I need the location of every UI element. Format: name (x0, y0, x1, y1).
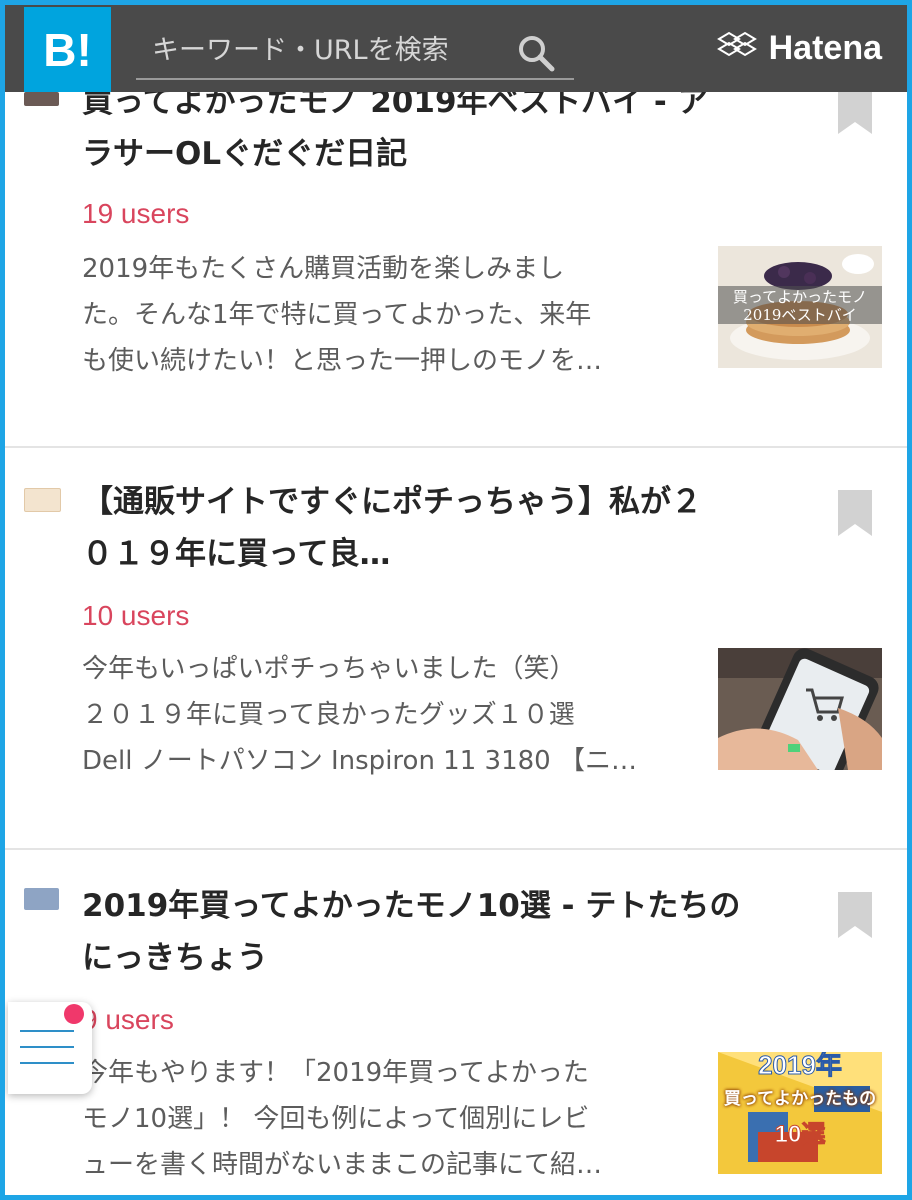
bookmark-icon[interactable] (838, 490, 872, 536)
entry-description: 2019年もたくさん購買活動を楽しみまし た。そんな1年で特に買ってよかった、来… (82, 246, 692, 384)
entry-description-line: 今年もやります！「2019年買ってよかった (82, 1058, 589, 1088)
entry-card[interactable]: 【通販サイトですぐにポチっちゃう】私が２ ０１９年に買って良… 10 users… (0, 448, 912, 848)
entry-title[interactable]: 2019年買ってよかったモノ10選 - テトたちの にっきちょう (82, 880, 802, 984)
entry-thumbnail[interactable] (718, 648, 882, 770)
entry-title-line: ラサーOLぐだぐだ日記 (82, 136, 408, 172)
entry-description-line: 2019年もたくさん購買活動を楽しみまし (82, 254, 565, 284)
site-favicon (24, 488, 61, 512)
entry-thumbnail[interactable]: 買ってよかったモノ 2019ベストバイ (718, 246, 882, 368)
bookmark-count[interactable]: 9 users (82, 1004, 174, 1036)
site-favicon (24, 888, 59, 910)
top-bar: B! Hatena (0, 0, 912, 92)
entry-description-line: ２０１９年に買って良かったグッズ１０選 (82, 700, 575, 730)
notification-dot (64, 1004, 84, 1024)
entry-title[interactable]: 【通販サイトですぐにポチっちゃう】私が２ ０１９年に買って良… (82, 476, 802, 580)
entry-description-line: た。そんな1年で特に買ってよかった、来年 (82, 300, 592, 330)
entry-description-line: ューを書く時間がないままこの記事にて紹… (82, 1150, 603, 1180)
site-favicon (24, 92, 59, 106)
entry-thumbnail[interactable]: 2019年 買ってよかったもの 10選 (718, 1052, 882, 1174)
hamburger-icon (20, 1030, 74, 1078)
entry-description-line: 今年もいっぱいポチっちゃいました（笑） (82, 654, 576, 684)
entry-description-line: モノ10選」！ 今回も例によって個別にレビ (82, 1104, 590, 1134)
entry-description-line: Dell ノートパソコン Inspiron 11 3180 【ニ… (82, 746, 637, 776)
brand-name: Hatena (768, 28, 882, 67)
entry-card[interactable]: 2019年買ってよかったモノ10選 - テトたちの にっきちょう 9 users… (0, 850, 912, 1200)
bookmark-count[interactable]: 19 users (82, 198, 189, 230)
bookmark-count[interactable]: 10 users (82, 600, 189, 632)
thumbnail-caption: 2019年 買ってよかったもの 10選 (723, 1052, 877, 1149)
smartphone-shopping-cart-photo-icon (718, 648, 882, 770)
entry-title-line: 2019年買ってよかったモノ10選 - テトたちの (82, 888, 741, 924)
search-input[interactable] (136, 34, 514, 72)
bookmark-icon[interactable] (838, 892, 872, 938)
search-box[interactable] (136, 28, 574, 80)
hatena-brand[interactable]: Hatena (715, 28, 882, 68)
hatena-cube-icon (715, 29, 761, 68)
entry-title-line: にっきちょう (82, 940, 268, 976)
entry-description: 今年もやります！「2019年買ってよかった モノ10選」！ 今回も例によって個別… (82, 1050, 692, 1188)
thumbnail-caption: 買ってよかったモノ 2019ベストバイ (732, 288, 868, 324)
hatena-bookmark-logo[interactable]: B! (24, 7, 111, 92)
search-icon[interactable] (514, 31, 558, 75)
entry-description-line: も使い続けたい！と思った一押しのモノを… (82, 346, 603, 376)
entry-description: 今年もいっぱいポチっちゃいました（笑） ２０１９年に買って良かったグッズ１０選 … (82, 646, 692, 784)
bookmark-icon[interactable] (838, 88, 872, 134)
entry-title-line: 【通販サイトですぐにポチっちゃう】私が２ (82, 484, 702, 520)
entry-title-line: ０１９年に買って良… (82, 536, 391, 572)
